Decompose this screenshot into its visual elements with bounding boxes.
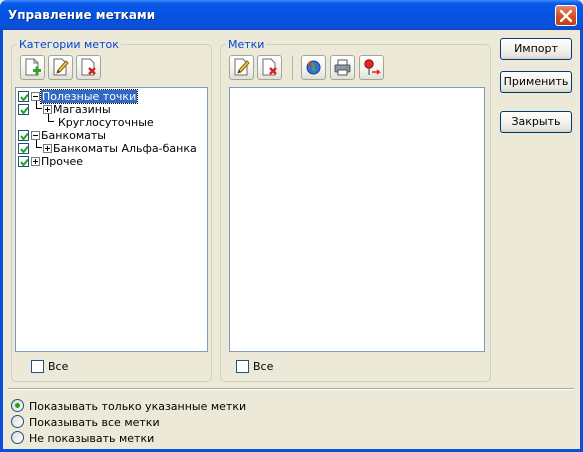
- tree-checkbox[interactable]: [18, 156, 29, 167]
- edit-category-icon: [53, 58, 69, 76]
- categories-group-label: Категории меток: [17, 38, 121, 51]
- tree-row-bankomaty[interactable]: Банкоматы: [16, 129, 206, 142]
- checkmark-icon: [20, 145, 29, 154]
- radio-hide-marks[interactable]: [11, 431, 24, 444]
- marks-group-label: Метки: [226, 38, 267, 51]
- printer-icon: [334, 59, 351, 76]
- tree-row-prochee[interactable]: Прочее: [16, 155, 206, 168]
- close-window-button[interactable]: [555, 5, 577, 26]
- tree-row-kruglosutochnye[interactable]: Круглосуточные: [16, 114, 206, 129]
- checkmark-icon: [20, 106, 29, 115]
- delete-mark-icon: [262, 58, 277, 76]
- import-button[interactable]: Импорт: [500, 38, 572, 60]
- globe-icon: [306, 60, 321, 75]
- categories-all-checkbox[interactable]: [31, 360, 44, 373]
- tree-checkbox[interactable]: [18, 143, 29, 154]
- tree-row-poleznye-tochki[interactable]: Полезные точки: [16, 89, 206, 104]
- tree-branch-line: [48, 114, 54, 122]
- categories-tree[interactable]: Полезные точки Магазины Круглосуточные Б…: [15, 87, 208, 352]
- apply-button[interactable]: Применить: [500, 71, 572, 93]
- tree-checkbox[interactable]: [18, 104, 29, 115]
- expand-icon[interactable]: [43, 144, 52, 153]
- radio-show-all-label: Показывать все метки: [29, 416, 160, 429]
- tree-item-label: Банкоматы: [41, 129, 106, 142]
- delete-category-icon: [81, 58, 96, 76]
- add-category-icon: [25, 58, 41, 76]
- collapse-icon[interactable]: [31, 92, 40, 101]
- tree-item-label: Банкоматы Альфа-банка: [53, 142, 197, 155]
- categories-all-label: Все: [48, 360, 69, 373]
- tree-checkbox[interactable]: [18, 130, 29, 141]
- categories-group: Категории меток Полезные точки Магазины …: [11, 38, 212, 382]
- expand-icon[interactable]: [43, 105, 52, 114]
- marks-all-checkbox[interactable]: [236, 360, 249, 373]
- edit-category-button[interactable]: [48, 55, 73, 80]
- checkmark-icon: [20, 132, 29, 141]
- radio-show-selected-marks[interactable]: [11, 399, 24, 412]
- marks-group: Метки Все: [220, 38, 491, 382]
- checkmark-icon: [20, 158, 29, 167]
- red-pin-icon: [364, 59, 381, 75]
- tree-branch-line: [36, 101, 42, 109]
- edit-mark-icon: [234, 58, 250, 76]
- close-icon: [560, 10, 572, 22]
- tree-row-bankomaty-alfa-banka[interactable]: Банкоматы Альфа-банка: [16, 140, 206, 155]
- tree-branch-line: [36, 140, 42, 148]
- title-bar[interactable]: Управление метками: [0, 0, 583, 30]
- radio-selected-dot: [15, 403, 20, 408]
- marks-list[interactable]: [229, 87, 485, 352]
- radio-show-selected-label: Показывать только указанные метки: [29, 400, 247, 413]
- add-category-button[interactable]: [20, 55, 45, 80]
- radio-hide-marks-label: Не показывать метки: [29, 432, 155, 445]
- pin-button[interactable]: [359, 55, 384, 80]
- window-title: Управление метками: [8, 8, 156, 22]
- checkmark-icon: [20, 93, 29, 102]
- tree-row-magaziny[interactable]: Магазины: [16, 101, 206, 116]
- marks-all-label: Все: [253, 360, 274, 373]
- print-button[interactable]: [330, 55, 355, 80]
- toolbar-separator: [292, 56, 293, 80]
- delete-mark-button[interactable]: [257, 55, 282, 80]
- dialog-client-area: Категории меток Полезные точки Магазины …: [3, 30, 580, 449]
- tree-item-label: Полезные точки: [39, 89, 139, 104]
- tree-item-label: Магазины: [53, 103, 111, 116]
- edit-mark-button[interactable]: [229, 55, 254, 80]
- radio-show-all-marks[interactable]: [11, 415, 24, 428]
- close-button[interactable]: Закрыть: [500, 111, 572, 133]
- collapse-icon[interactable]: [31, 131, 40, 140]
- expand-icon[interactable]: [31, 157, 40, 166]
- delete-category-button[interactable]: [76, 55, 101, 80]
- globe-button[interactable]: [301, 55, 326, 80]
- horizontal-separator: [8, 388, 574, 390]
- tree-checkbox[interactable]: [18, 91, 29, 102]
- tree-item-label: Круглосуточные: [58, 116, 154, 129]
- dialog-window: Управление метками Категории меток Полез…: [0, 0, 583, 452]
- tree-item-label: Прочее: [41, 155, 84, 168]
